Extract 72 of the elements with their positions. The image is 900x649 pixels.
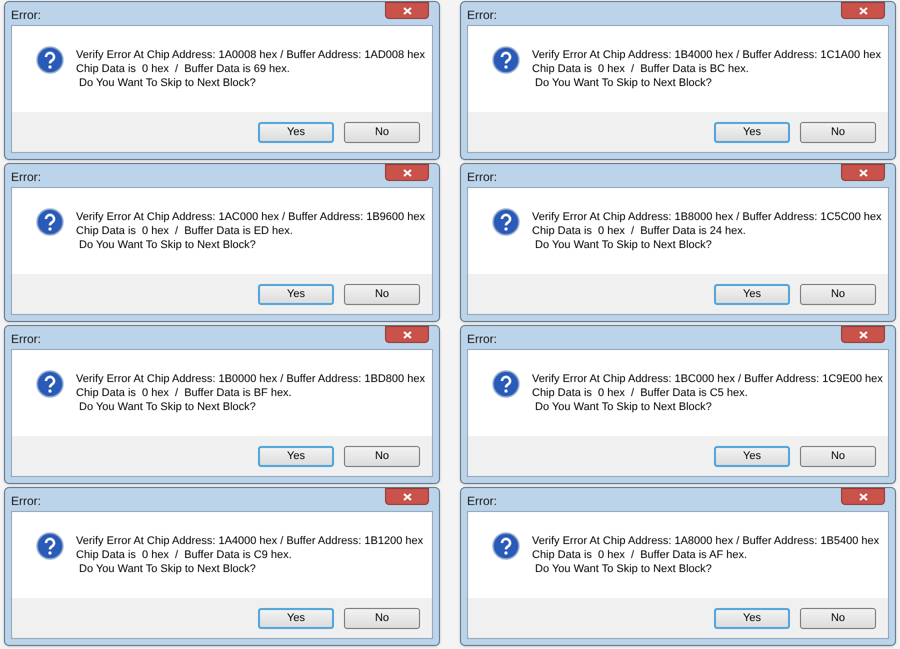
message-text: Chip Data is 0 hex / Buffer Data is ED hex. [76, 224, 294, 238]
window-title: Error: [467, 169, 497, 186]
dialog-button[interactable]: Yes [258, 608, 334, 628]
close-button[interactable] [841, 326, 885, 343]
question-icon [36, 370, 64, 398]
message-text: Chip Data is 0 hex / Buffer Data is 24 hex. [532, 224, 747, 238]
question-icon [492, 208, 520, 236]
dialog-button[interactable]: Yes [258, 122, 334, 142]
close-button[interactable] [385, 2, 429, 19]
question-icon [492, 532, 520, 560]
close-icon [858, 330, 868, 338]
dialog-button[interactable]: No [800, 608, 876, 628]
message-text: Verify Error At Chip Address: 1A0008 hex / Buffer Address: 1AD008 hex [76, 48, 425, 62]
dialog-button[interactable]: Yes [258, 446, 334, 466]
message-text: Do You Want To Skip to Next Block? [534, 562, 713, 576]
question-icon [492, 370, 520, 398]
close-icon [858, 6, 868, 14]
dialog-button[interactable]: No [344, 608, 420, 628]
window-title: Error: [467, 7, 497, 24]
window-title: Error: [11, 169, 41, 186]
close-button[interactable] [841, 164, 885, 181]
close-button[interactable] [385, 164, 429, 181]
message-text: Do You Want To Skip to Next Block? [78, 400, 257, 414]
close-icon [402, 492, 412, 500]
dialog-button[interactable]: No [344, 446, 420, 466]
message-text: Verify Error At Chip Address: 1BC000 hex / Buffer Address: 1C9E00 hex [532, 372, 883, 386]
dialog-button[interactable]: Yes [258, 284, 334, 304]
message-text: Do You Want To Skip to Next Block? [78, 76, 257, 90]
close-button[interactable] [385, 488, 429, 505]
message-text: Chip Data is 0 hex / Buffer Data is C9 hex. [76, 548, 293, 562]
message-text: Verify Error At Chip Address: 1B0000 hex / Buffer Address: 1BD800 hex [76, 372, 425, 386]
dialog-button[interactable]: No [800, 122, 876, 142]
close-icon [858, 168, 868, 176]
message-text: Chip Data is 0 hex / Buffer Data is AF hex. [532, 548, 748, 562]
message-text: Verify Error At Chip Address: 1AC000 hex / Buffer Address: 1B9600 hex [76, 210, 425, 224]
question-icon [492, 46, 520, 74]
dialog-button[interactable]: No [800, 446, 876, 466]
question-icon [36, 208, 64, 236]
question-icon [36, 532, 64, 560]
window-title: Error: [11, 331, 41, 348]
close-button[interactable] [385, 326, 429, 343]
dialog-button[interactable]: No [344, 284, 420, 304]
message-text: Verify Error At Chip Address: 1A8000 hex / Buffer Address: 1B5400 hex [532, 534, 880, 548]
close-icon [402, 168, 412, 176]
question-icon [36, 46, 64, 74]
message-text: Chip Data is 0 hex / Buffer Data is BC hex. [532, 62, 750, 76]
message-text: Chip Data is 0 hex / Buffer Data is 69 hex. [76, 62, 291, 76]
message-text: Verify Error At Chip Address: 1A4000 hex / Buffer Address: 1B1200 hex [76, 534, 424, 548]
close-icon [858, 492, 868, 500]
close-button[interactable] [841, 488, 885, 505]
message-text: Do You Want To Skip to Next Block? [534, 400, 713, 414]
dialog-button[interactable]: Yes [714, 122, 790, 142]
dialog-button[interactable]: Yes [714, 608, 790, 628]
window-title: Error: [467, 331, 497, 348]
message-text: Verify Error At Chip Address: 1B4000 hex / Buffer Address: 1C1A00 hex [532, 48, 881, 62]
close-icon [402, 6, 412, 14]
message-text: Chip Data is 0 hex / Buffer Data is BF hex. [76, 386, 293, 400]
window-title: Error: [11, 493, 41, 510]
window-title: Error: [467, 493, 497, 510]
message-text: Do You Want To Skip to Next Block? [534, 238, 713, 252]
message-text: Do You Want To Skip to Next Block? [78, 238, 257, 252]
dialog-button[interactable]: No [344, 122, 420, 142]
close-button[interactable] [841, 2, 885, 19]
message-text: Do You Want To Skip to Next Block? [534, 76, 713, 90]
message-text: Do You Want To Skip to Next Block? [78, 562, 257, 576]
message-text: Verify Error At Chip Address: 1B8000 hex / Buffer Address: 1C5C00 hex [532, 210, 882, 224]
dialog-button[interactable]: Yes [714, 284, 790, 304]
dialog-button[interactable]: Yes [714, 446, 790, 466]
window-title: Error: [11, 7, 41, 24]
dialog-button[interactable]: No [800, 284, 876, 304]
close-icon [402, 330, 412, 338]
message-text: Chip Data is 0 hex / Buffer Data is C5 hex. [532, 386, 749, 400]
